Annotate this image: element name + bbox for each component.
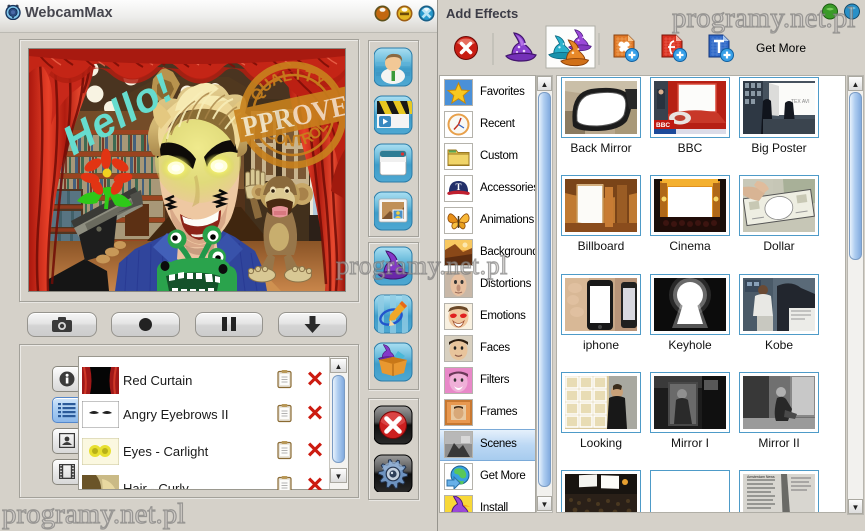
- svg-text:BBC: BBC: [656, 122, 670, 129]
- svg-text:I: I: [295, 67, 300, 84]
- svg-text:T: T: [455, 182, 461, 192]
- svg-text:Get More: Get More: [756, 41, 806, 55]
- svg-text:TEX AVI: TEX AVI: [791, 99, 810, 105]
- svg-text:Amsterdam News: Amsterdam News: [747, 475, 775, 479]
